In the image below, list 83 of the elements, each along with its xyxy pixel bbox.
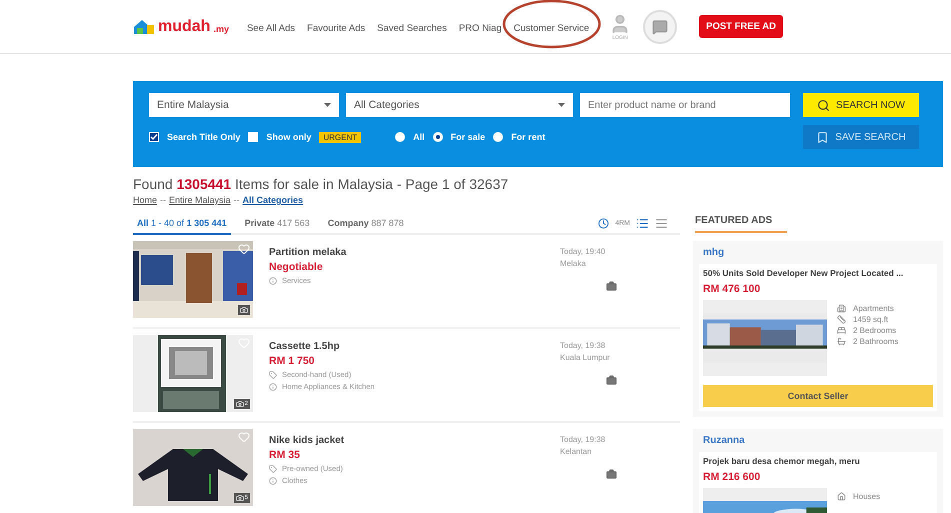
briefcase-icon [606, 281, 617, 292]
urgent-badge: URGENT [319, 132, 362, 142]
bookmark-icon [816, 130, 830, 144]
nav-link[interactable]: Saved Searches [377, 22, 447, 34]
listing-time: Today, 19:38 [560, 341, 606, 350]
clock-icon[interactable] [598, 218, 610, 228]
logo-icon [133, 18, 155, 34]
listing-location: Kelantan [560, 447, 592, 456]
favourite-button[interactable] [238, 243, 250, 255]
listing-title[interactable]: Cassette 1.5hp [269, 341, 544, 352]
logo-suffix: .my [213, 24, 229, 34]
caret-icon [558, 103, 565, 107]
region-select[interactable]: Entire Malaysia [149, 93, 339, 117]
listing-location: Melaka [560, 259, 586, 268]
house-icon [837, 492, 846, 501]
filter-tab[interactable]: Private 417 563 [240, 213, 314, 235]
spec-label: 2 Bedrooms [853, 326, 896, 335]
checkbox-label[interactable]: Search Title Only [167, 132, 240, 142]
checkbox[interactable] [149, 132, 159, 142]
spec-label: Apartments [853, 304, 894, 313]
save-search-button[interactable]: SAVE SEARCH [803, 125, 919, 149]
ruler-icon [837, 315, 846, 324]
filter-tab[interactable]: Company 887 878 [324, 213, 408, 235]
search-icon [817, 98, 830, 112]
spec-label: Houses [853, 492, 880, 501]
listing-price: Negotiable [269, 261, 324, 273]
search-field[interactable]: Enter product name or brand [580, 93, 790, 117]
breadcrumb-link[interactable]: Home [133, 195, 158, 205]
compact-view-button[interactable] [655, 216, 668, 230]
nav-link[interactable]: See All Ads [246, 22, 296, 34]
briefcase-icon [606, 469, 617, 480]
listing-location: Kuala Lumpur [560, 353, 610, 362]
post-ad-button[interactable]: POST FREE AD [699, 15, 783, 38]
category-select[interactable]: All Categories [346, 93, 573, 117]
chat-button[interactable] [643, 10, 678, 44]
checkbox[interactable] [248, 132, 258, 142]
breadcrumb-separator: -- [234, 195, 240, 205]
contact-seller-button[interactable]: Contact Seller [703, 385, 933, 407]
featured-title[interactable]: 50% Units Sold Developer New Project Located ... [703, 268, 933, 278]
search-button[interactable]: SEARCH NOW [803, 93, 919, 117]
listing-time: Today, 19:38 [560, 435, 606, 444]
listing-title[interactable]: Partition melaka [269, 247, 544, 258]
bed-icon [837, 326, 846, 335]
radio-button[interactable] [395, 132, 406, 142]
tag-icon [269, 464, 277, 472]
info-icon [269, 276, 277, 284]
featured-price: RM 216 600 [703, 471, 762, 483]
results-heading: Found 1305441 Items for sale in Malaysia - Page 1 of 32637 [133, 176, 510, 192]
photo-count-badge [238, 305, 250, 315]
featured-price: RM 476 100 [703, 283, 762, 295]
seller-name[interactable]: Ruzanna [699, 429, 937, 452]
info-icon [269, 382, 277, 390]
radio-button[interactable] [493, 132, 504, 142]
spec-label: 1459 sq.ft [853, 315, 888, 324]
checkbox-label[interactable]: Show only [266, 132, 312, 142]
featured-title[interactable]: Projek baru desa chemor megah, meru [703, 456, 933, 466]
listing-time: Today, 19:40 [560, 247, 606, 256]
radio-label[interactable]: For rent [511, 132, 546, 142]
building-icon [837, 304, 846, 313]
listing-price: RM 35 [269, 449, 301, 461]
listing-title[interactable]: Nike kids jacket [269, 435, 544, 446]
radio-label[interactable]: All [413, 132, 425, 142]
seller-name[interactable]: mhg [699, 241, 937, 264]
filter-tab[interactable]: All 1 - 40 of 1 305 441 [133, 213, 231, 235]
listing-price: RM 1 750 [269, 355, 316, 367]
nav-link[interactable]: PRO Niag [458, 22, 502, 34]
caret-icon [324, 103, 331, 107]
tag-icon [269, 370, 277, 378]
breadcrumb-link[interactable]: All Categories [242, 195, 304, 205]
breadcrumb-separator: -- [160, 195, 166, 205]
radio-label[interactable]: For sale [450, 132, 486, 142]
briefcase-icon [606, 375, 617, 386]
list-view-button[interactable] [636, 216, 649, 230]
nav-link[interactable]: Favourite Ads [307, 22, 366, 34]
info-icon [269, 476, 277, 484]
nav-link[interactable]: Customer Service [514, 22, 590, 34]
featured-heading: FEATURED ADS [695, 215, 787, 233]
chat-icon [652, 18, 668, 34]
radio-button[interactable] [432, 132, 443, 142]
logo-text: mudah [158, 18, 210, 36]
breadcrumb-link[interactable]: Entire Malaysia [169, 195, 231, 205]
spec-label: 2 Bathrooms [853, 337, 898, 346]
bath-icon [837, 337, 846, 346]
